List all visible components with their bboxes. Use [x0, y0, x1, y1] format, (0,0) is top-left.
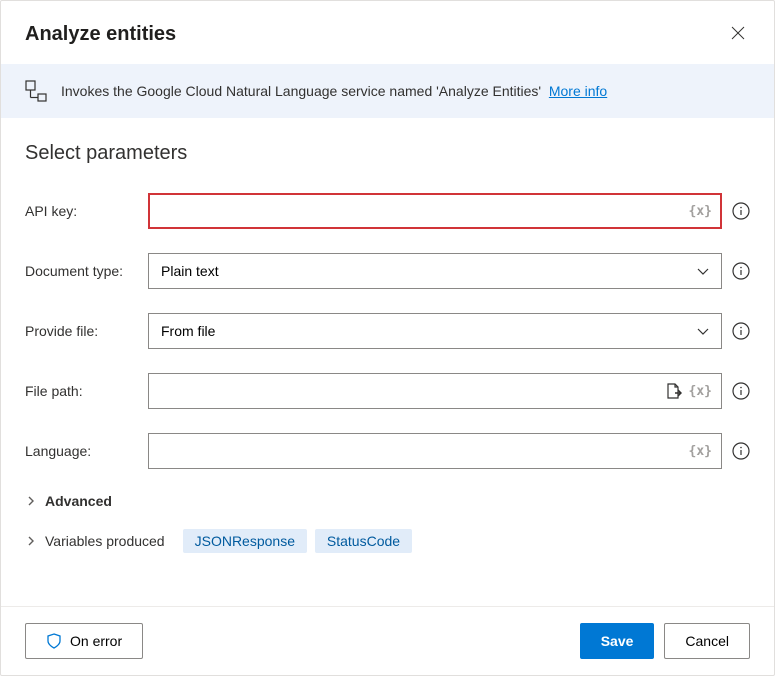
label-language: Language: — [25, 443, 138, 459]
field-language: Language: {x} — [25, 433, 750, 469]
info-banner: Invokes the Google Cloud Natural Languag… — [1, 64, 774, 118]
on-error-button[interactable]: On error — [25, 623, 143, 659]
label-provide-file: Provide file: — [25, 323, 138, 339]
dialog-content: Select parameters API key: {x} Document … — [1, 118, 774, 606]
chevron-right-icon — [25, 495, 37, 507]
dialog-header: Analyze entities — [1, 1, 774, 64]
file-picker-icon[interactable] — [664, 382, 682, 400]
info-icon[interactable] — [732, 262, 750, 280]
variables-produced-label: Variables produced — [45, 533, 165, 549]
field-file-path: File path: {x} — [25, 373, 750, 409]
field-document-type: Document type: Plain text — [25, 253, 750, 289]
label-document-type: Document type: — [25, 263, 138, 279]
info-icon[interactable] — [732, 202, 750, 220]
variable-pill[interactable]: StatusCode — [315, 529, 412, 553]
advanced-label: Advanced — [45, 493, 112, 509]
save-button[interactable]: Save — [580, 623, 655, 659]
chevron-right-icon — [25, 535, 37, 547]
banner-text: Invokes the Google Cloud Natural Languag… — [61, 83, 607, 99]
input-api-key[interactable] — [148, 193, 722, 229]
section-title: Select parameters — [25, 142, 750, 165]
cancel-button[interactable]: Cancel — [664, 623, 750, 659]
more-info-link[interactable]: More info — [549, 83, 607, 99]
shield-icon — [46, 633, 62, 649]
select-provide-file[interactable]: From file — [148, 313, 722, 349]
close-icon — [730, 25, 746, 41]
input-language[interactable] — [148, 433, 722, 469]
variable-pill[interactable]: JSONResponse — [183, 529, 307, 553]
advanced-toggle[interactable]: Advanced — [25, 493, 750, 509]
label-file-path: File path: — [25, 383, 138, 399]
info-icon[interactable] — [732, 442, 750, 460]
input-file-path[interactable] — [148, 373, 722, 409]
close-button[interactable] — [726, 21, 750, 48]
flow-icon — [25, 80, 47, 102]
info-icon[interactable] — [732, 322, 750, 340]
select-document-type[interactable]: Plain text — [148, 253, 722, 289]
dialog-footer: On error Save Cancel — [1, 606, 774, 675]
info-icon[interactable] — [732, 382, 750, 400]
variables-produced-toggle[interactable]: Variables produced JSONResponse StatusCo… — [25, 529, 750, 553]
label-api-key: API key: — [25, 203, 138, 219]
field-provide-file: Provide file: From file — [25, 313, 750, 349]
field-api-key: API key: {x} — [25, 193, 750, 229]
dialog-title: Analyze entities — [25, 23, 176, 46]
